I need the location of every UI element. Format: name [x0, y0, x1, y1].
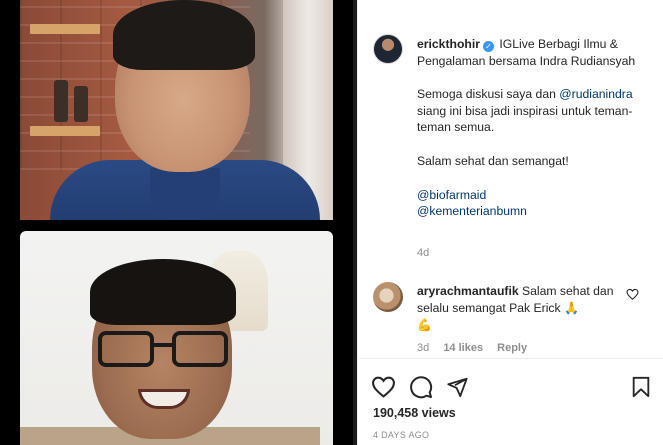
comment-icon[interactable] — [409, 375, 433, 399]
commenter-avatar[interactable] — [373, 282, 403, 312]
action-bar — [358, 373, 663, 401]
host-collar — [150, 168, 220, 220]
caption-timestamp[interactable]: 4d — [417, 247, 429, 259]
jar — [54, 80, 68, 122]
verified-badge-icon: ✓ — [483, 41, 494, 52]
author-avatar[interactable] — [373, 34, 403, 64]
host-hair — [113, 0, 255, 70]
guest-glasses — [98, 331, 228, 371]
comment-meta: 3d 14 likes Reply — [417, 342, 538, 354]
caption-paragraph: Semoga diskusi saya dan @rudianindra sia… — [417, 86, 653, 136]
comment-timestamp[interactable]: 3d — [417, 342, 429, 354]
reply-button[interactable]: Reply — [497, 342, 527, 354]
heart-icon[interactable] — [371, 375, 396, 398]
shelf — [30, 24, 100, 34]
commenter-username[interactable]: aryrachmantaufik — [417, 284, 519, 298]
flexed-arm-emoji-icon: 💪 — [417, 318, 432, 332]
glasses-lens — [172, 331, 228, 367]
mention-link[interactable]: @rudianindra — [559, 87, 632, 101]
shelf — [30, 126, 100, 136]
post-panel: erickthohir ✓ IGLive Berbagi Ilmu & Penga… — [357, 0, 663, 445]
caption-paragraph: Salam sehat dan semangat! — [417, 153, 653, 170]
mention-link[interactable]: @kementerianbumn — [417, 203, 653, 220]
live-video-guest — [20, 231, 333, 445]
live-video-host — [20, 0, 333, 220]
view-count[interactable]: 190,458 views — [373, 406, 456, 420]
post-caption: erickthohir ✓ IGLive Berbagi Ilmu & Penga… — [417, 36, 653, 220]
caption-text: siang ini bisa jadi inspirasi untuk tema… — [417, 103, 633, 135]
bookmark-icon[interactable] — [630, 375, 652, 399]
caption-text: Semoga diskusi saya dan — [417, 87, 556, 102]
share-icon[interactable] — [446, 376, 469, 398]
jar — [74, 86, 88, 122]
comment-like-heart-icon[interactable] — [626, 288, 639, 300]
guest-hair — [90, 259, 236, 325]
glasses-bridge — [152, 343, 174, 347]
author-username[interactable]: erickthohir — [417, 37, 480, 51]
caption-text: Salam sehat dan semangat! — [417, 153, 569, 168]
caption-paragraph: @biofarmaid @kementerianbumn — [417, 187, 653, 220]
caption-paragraph: erickthohir ✓ IGLive Berbagi Ilmu & Penga… — [417, 36, 653, 69]
post-date[interactable]: 4 DAYS AGO — [373, 430, 429, 440]
pray-emoji-icon: 🙏 — [564, 301, 579, 315]
divider — [358, 358, 663, 359]
glasses-lens — [98, 331, 154, 367]
comment-likes[interactable]: 14 likes — [443, 342, 483, 354]
comment-text: aryrachmantaufik Salam sehat dan selalu … — [417, 283, 629, 334]
mention-link[interactable]: @biofarmaid — [417, 187, 653, 204]
video-area[interactable] — [0, 0, 355, 445]
